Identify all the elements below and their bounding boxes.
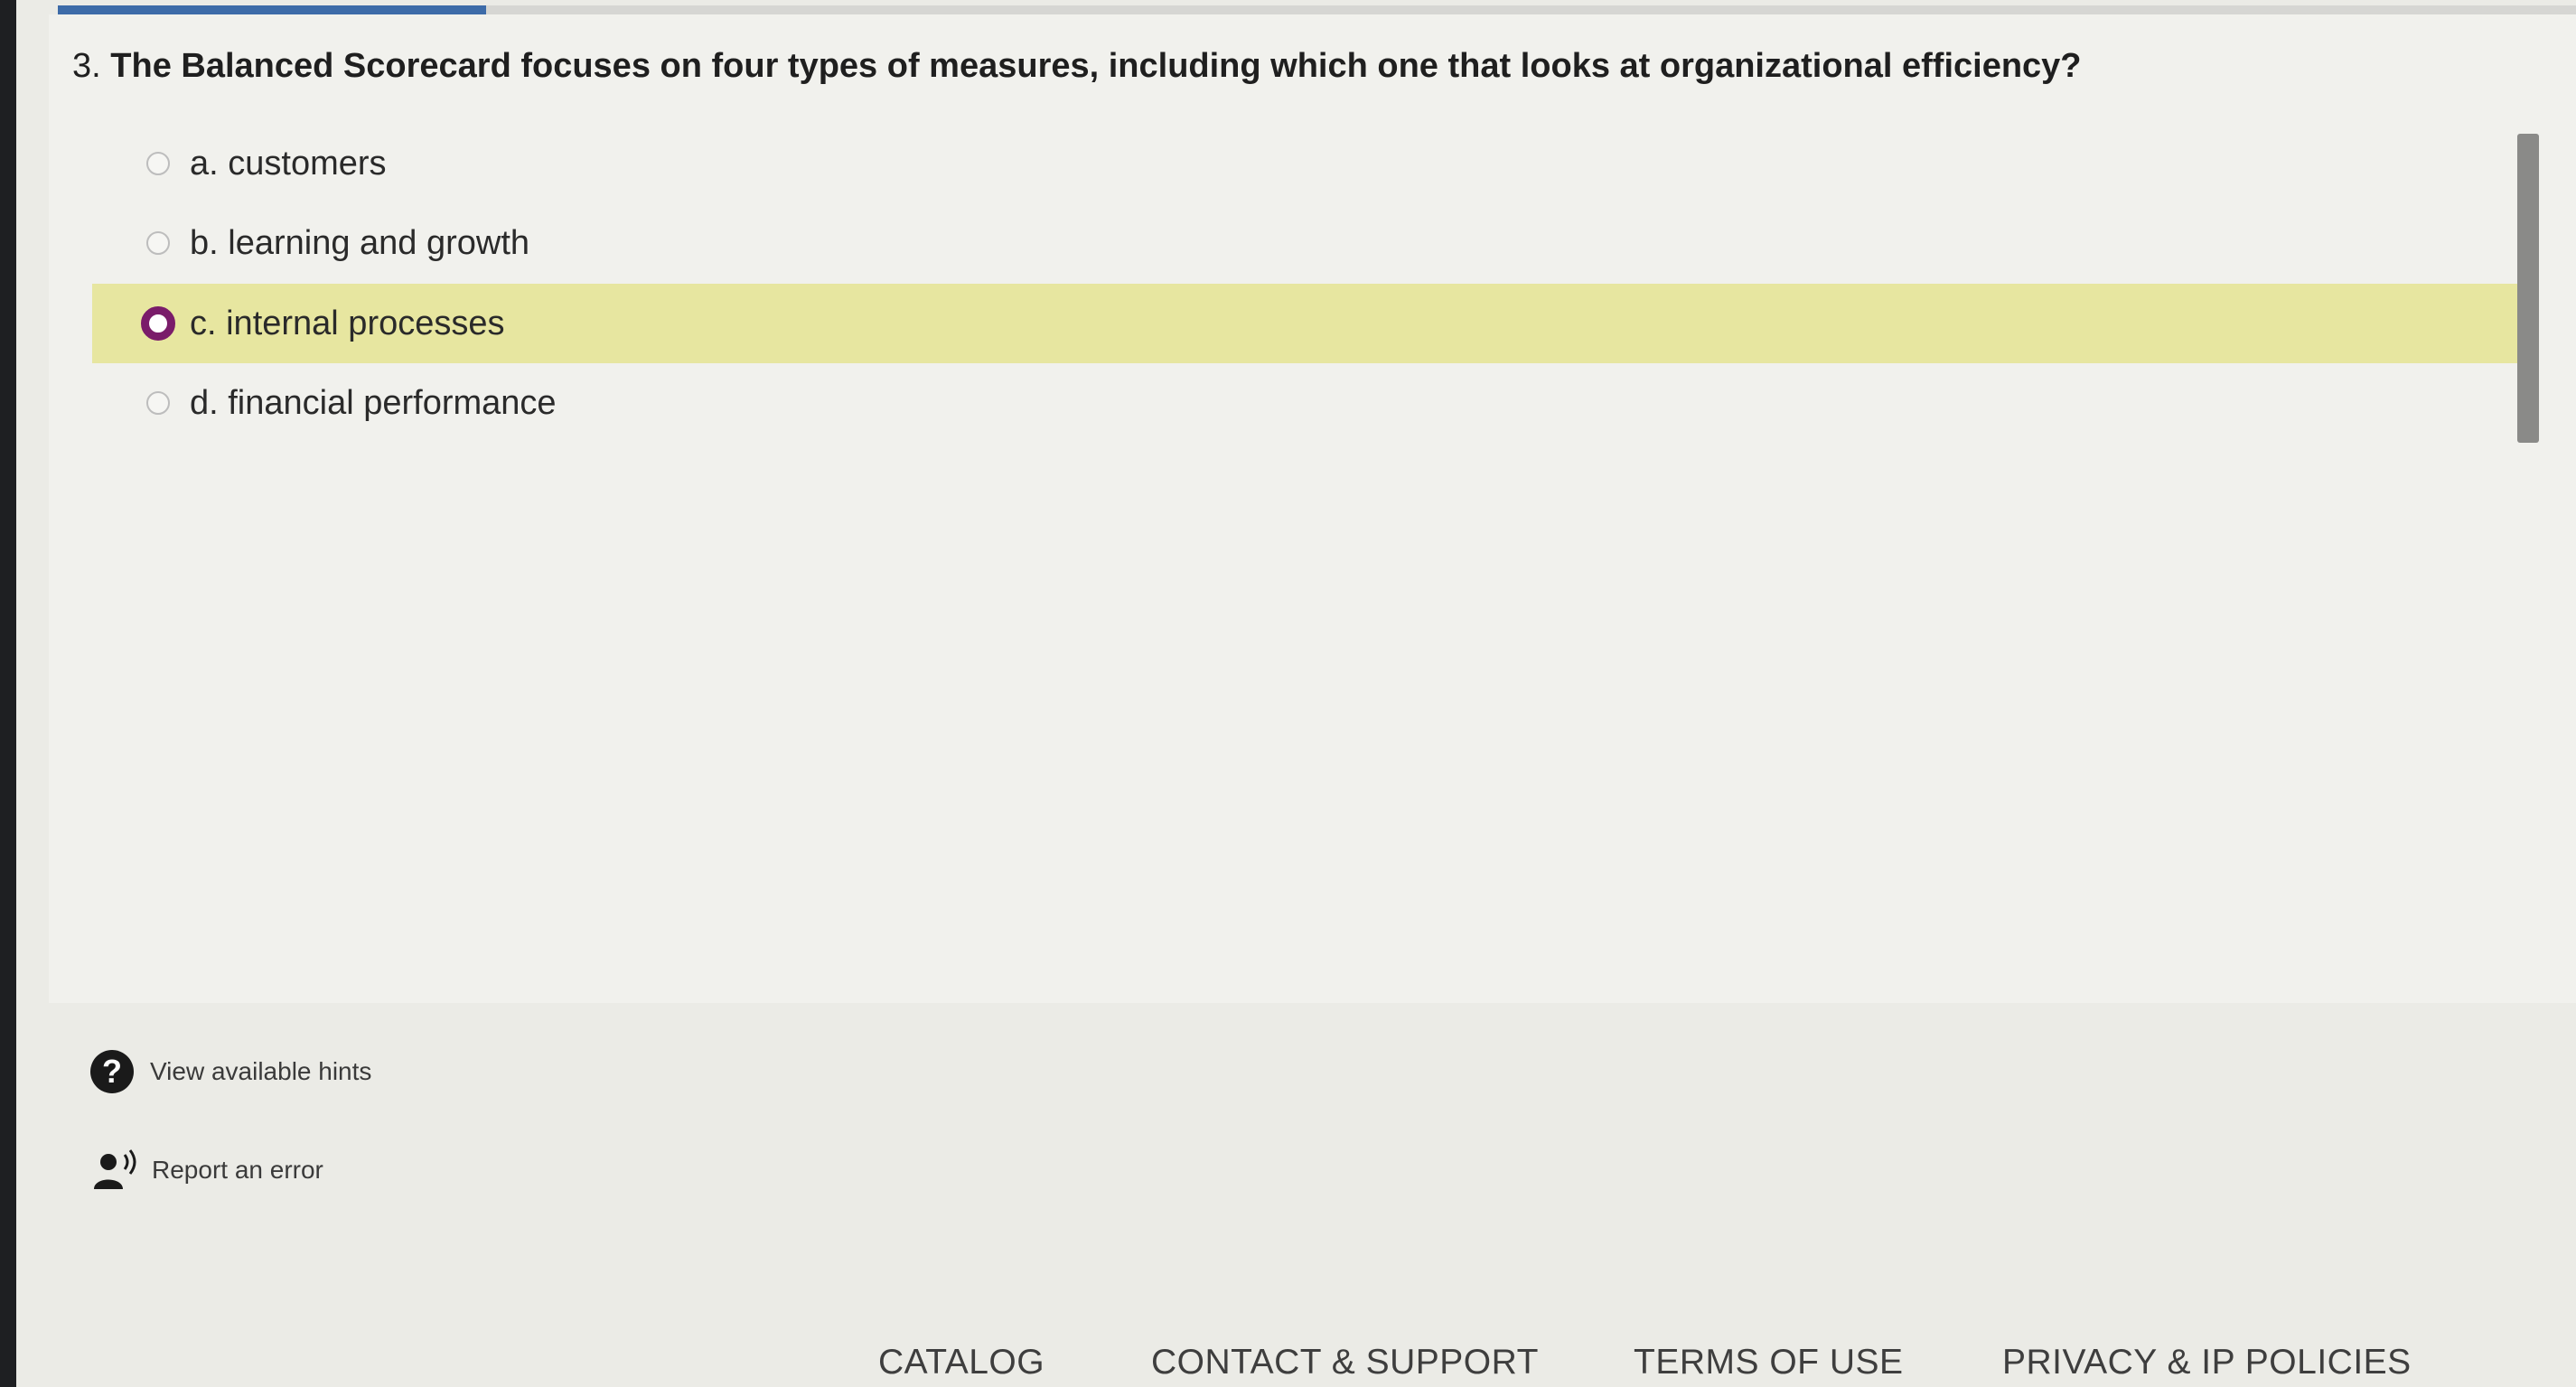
quiz-screen: 3. The Balanced Scorecard focuses on fou…: [16, 0, 2576, 1387]
question-stem: The Balanced Scorecard focuses on four t…: [110, 47, 2082, 85]
radio-button-a[interactable]: [146, 152, 170, 175]
view-hints-link[interactable]: ? View available hints: [90, 1050, 371, 1093]
report-error-link[interactable]: Report an error: [90, 1148, 323, 1193]
option-a-label: a. customers: [190, 144, 387, 183]
question-text: 3. The Balanced Scorecard focuses on fou…: [72, 47, 2082, 86]
footer-terms-link[interactable]: TERMS OF USE: [1634, 1343, 1904, 1382]
option-b[interactable]: b. learning and growth: [92, 203, 2523, 283]
radio-button-b[interactable]: [146, 231, 170, 255]
question-number: 3.: [72, 47, 101, 85]
radio-button-c[interactable]: [141, 306, 175, 341]
progress-bar-fill: [58, 5, 486, 14]
question-circle-icon: ?: [90, 1050, 134, 1093]
person-speaking-icon: [94, 1149, 136, 1189]
option-a[interactable]: a. customers: [92, 124, 2523, 203]
view-hints-label: View available hints: [150, 1057, 372, 1085]
progress-bar: [58, 5, 2576, 14]
footer-privacy-link[interactable]: PRIVACY & IP POLICIES: [2002, 1343, 2412, 1382]
option-c[interactable]: c. internal processes: [92, 284, 2523, 363]
option-b-label: b. learning and growth: [190, 223, 530, 262]
option-d[interactable]: d. financial performance: [92, 363, 2523, 443]
footer-contact-link[interactable]: CONTACT & SUPPORT: [1151, 1343, 1539, 1382]
footer-catalog-link[interactable]: CATALOG: [878, 1343, 1044, 1382]
radio-button-d[interactable]: [146, 391, 170, 415]
option-c-label: c. internal processes: [190, 304, 505, 342]
report-error-label: Report an error: [152, 1156, 323, 1184]
scrollbar-thumb[interactable]: [2517, 134, 2539, 443]
option-d-label: d. financial performance: [190, 383, 557, 422]
